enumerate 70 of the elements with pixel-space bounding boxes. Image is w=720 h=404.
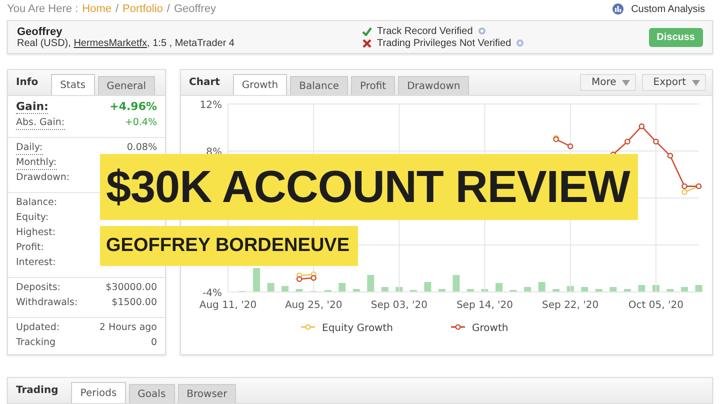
- stat-label: Highest:: [16, 227, 56, 238]
- stat-label: Updated:: [16, 322, 60, 333]
- breadcrumb-separator: /: [115, 3, 119, 15]
- subtitle-banner: GEOFFREY BORDENEUVE: [100, 226, 358, 266]
- breadcrumb-separator: /: [166, 3, 170, 15]
- stat-label: Drawdown:: [16, 172, 70, 183]
- stat-label: Deposits:: [16, 282, 60, 293]
- stat-label: Equity:: [16, 212, 49, 223]
- stat-label: Withdrawals:: [16, 297, 78, 308]
- account-details: , 1:5 , MetaTrader 4: [147, 38, 234, 48]
- tab[interactable]: Stats: [51, 74, 95, 95]
- legend-label: Equity Growth: [322, 323, 393, 334]
- x-axis-label: Sep 14, '20: [456, 300, 514, 311]
- tab[interactable]: Balance: [290, 76, 348, 95]
- tab[interactable]: Profit: [351, 76, 396, 95]
- data-point: [653, 138, 659, 144]
- tab[interactable]: Periods: [71, 382, 126, 403]
- stat-label: Profit:: [16, 242, 44, 253]
- x-axis-label: Oct 05, '20: [628, 300, 684, 311]
- breadcrumb-current: Geoffrey: [174, 3, 216, 15]
- caret-icon: [692, 80, 700, 86]
- stat-label: Abs. Gain:: [16, 117, 65, 130]
- data-point: [638, 123, 645, 130]
- panel-title: Trading: [16, 385, 58, 396]
- stat-value: +4.96%: [110, 100, 157, 113]
- panel-title: Chart: [189, 77, 220, 88]
- custom-analysis-link[interactable]: Custom Analysis: [631, 4, 705, 14]
- stat-label: Daily:: [16, 142, 43, 155]
- verification-label: Trading Privileges Not Verified: [377, 38, 512, 48]
- breadcrumb-label: You Are Here :: [7, 3, 78, 15]
- stat-value: 2 Hours ago: [99, 322, 157, 333]
- x-axis-label: Aug 25, '20: [284, 300, 342, 311]
- stat-value: $30000.00: [106, 282, 157, 293]
- tab[interactable]: Growth: [232, 74, 288, 95]
- data-point: [667, 152, 674, 159]
- stat-value: +0.4%: [124, 117, 157, 128]
- stat-label: Monthly:: [16, 157, 57, 170]
- help-icon[interactable]: [478, 27, 486, 35]
- tab[interactable]: Drawdown: [398, 76, 470, 95]
- data-point: [624, 138, 630, 144]
- x-axis-label: Aug 11, '20: [199, 300, 257, 311]
- tab[interactable]: Goals: [128, 384, 175, 403]
- y-axis-label: 12%: [200, 100, 222, 111]
- title-banner: $30K ACCOUNT REVIEW: [100, 154, 638, 220]
- stat-value: 0: [150, 337, 157, 348]
- legend-label: Growth: [472, 323, 508, 334]
- panel-title: Info: [16, 77, 38, 88]
- help-icon[interactable]: [516, 39, 524, 47]
- y-axis-label: -4%: [202, 288, 222, 299]
- account-type: Real (USD),: [17, 38, 72, 48]
- account-name: Geoffrey: [17, 26, 62, 38]
- stat-value: $1500.00: [112, 297, 157, 308]
- verification-label: Track Record Verified: [377, 26, 473, 36]
- data-point: [567, 143, 574, 150]
- stat-label: Tracking: [16, 337, 56, 348]
- tab[interactable]: General: [98, 76, 156, 95]
- dropdown-button[interactable]: More: [580, 74, 636, 91]
- stat-label: Gain:: [16, 101, 48, 114]
- chart-icon[interactable]: [612, 3, 624, 15]
- legend-marker: [301, 324, 315, 330]
- broker-link[interactable]: HermesMarketfx: [74, 38, 148, 48]
- caret-icon: [622, 80, 630, 86]
- x-axis-label: Sep 03, '20: [370, 300, 428, 311]
- legend-marker: [451, 324, 465, 330]
- stat-label: Interest:: [16, 257, 56, 268]
- dropdown-button[interactable]: Export: [642, 74, 706, 91]
- x-axis-label: Sep 22, '20: [542, 300, 599, 311]
- tab[interactable]: Browser: [178, 384, 236, 403]
- stat-value: 0.08%: [126, 142, 157, 153]
- stat-label: Balance:: [16, 197, 58, 208]
